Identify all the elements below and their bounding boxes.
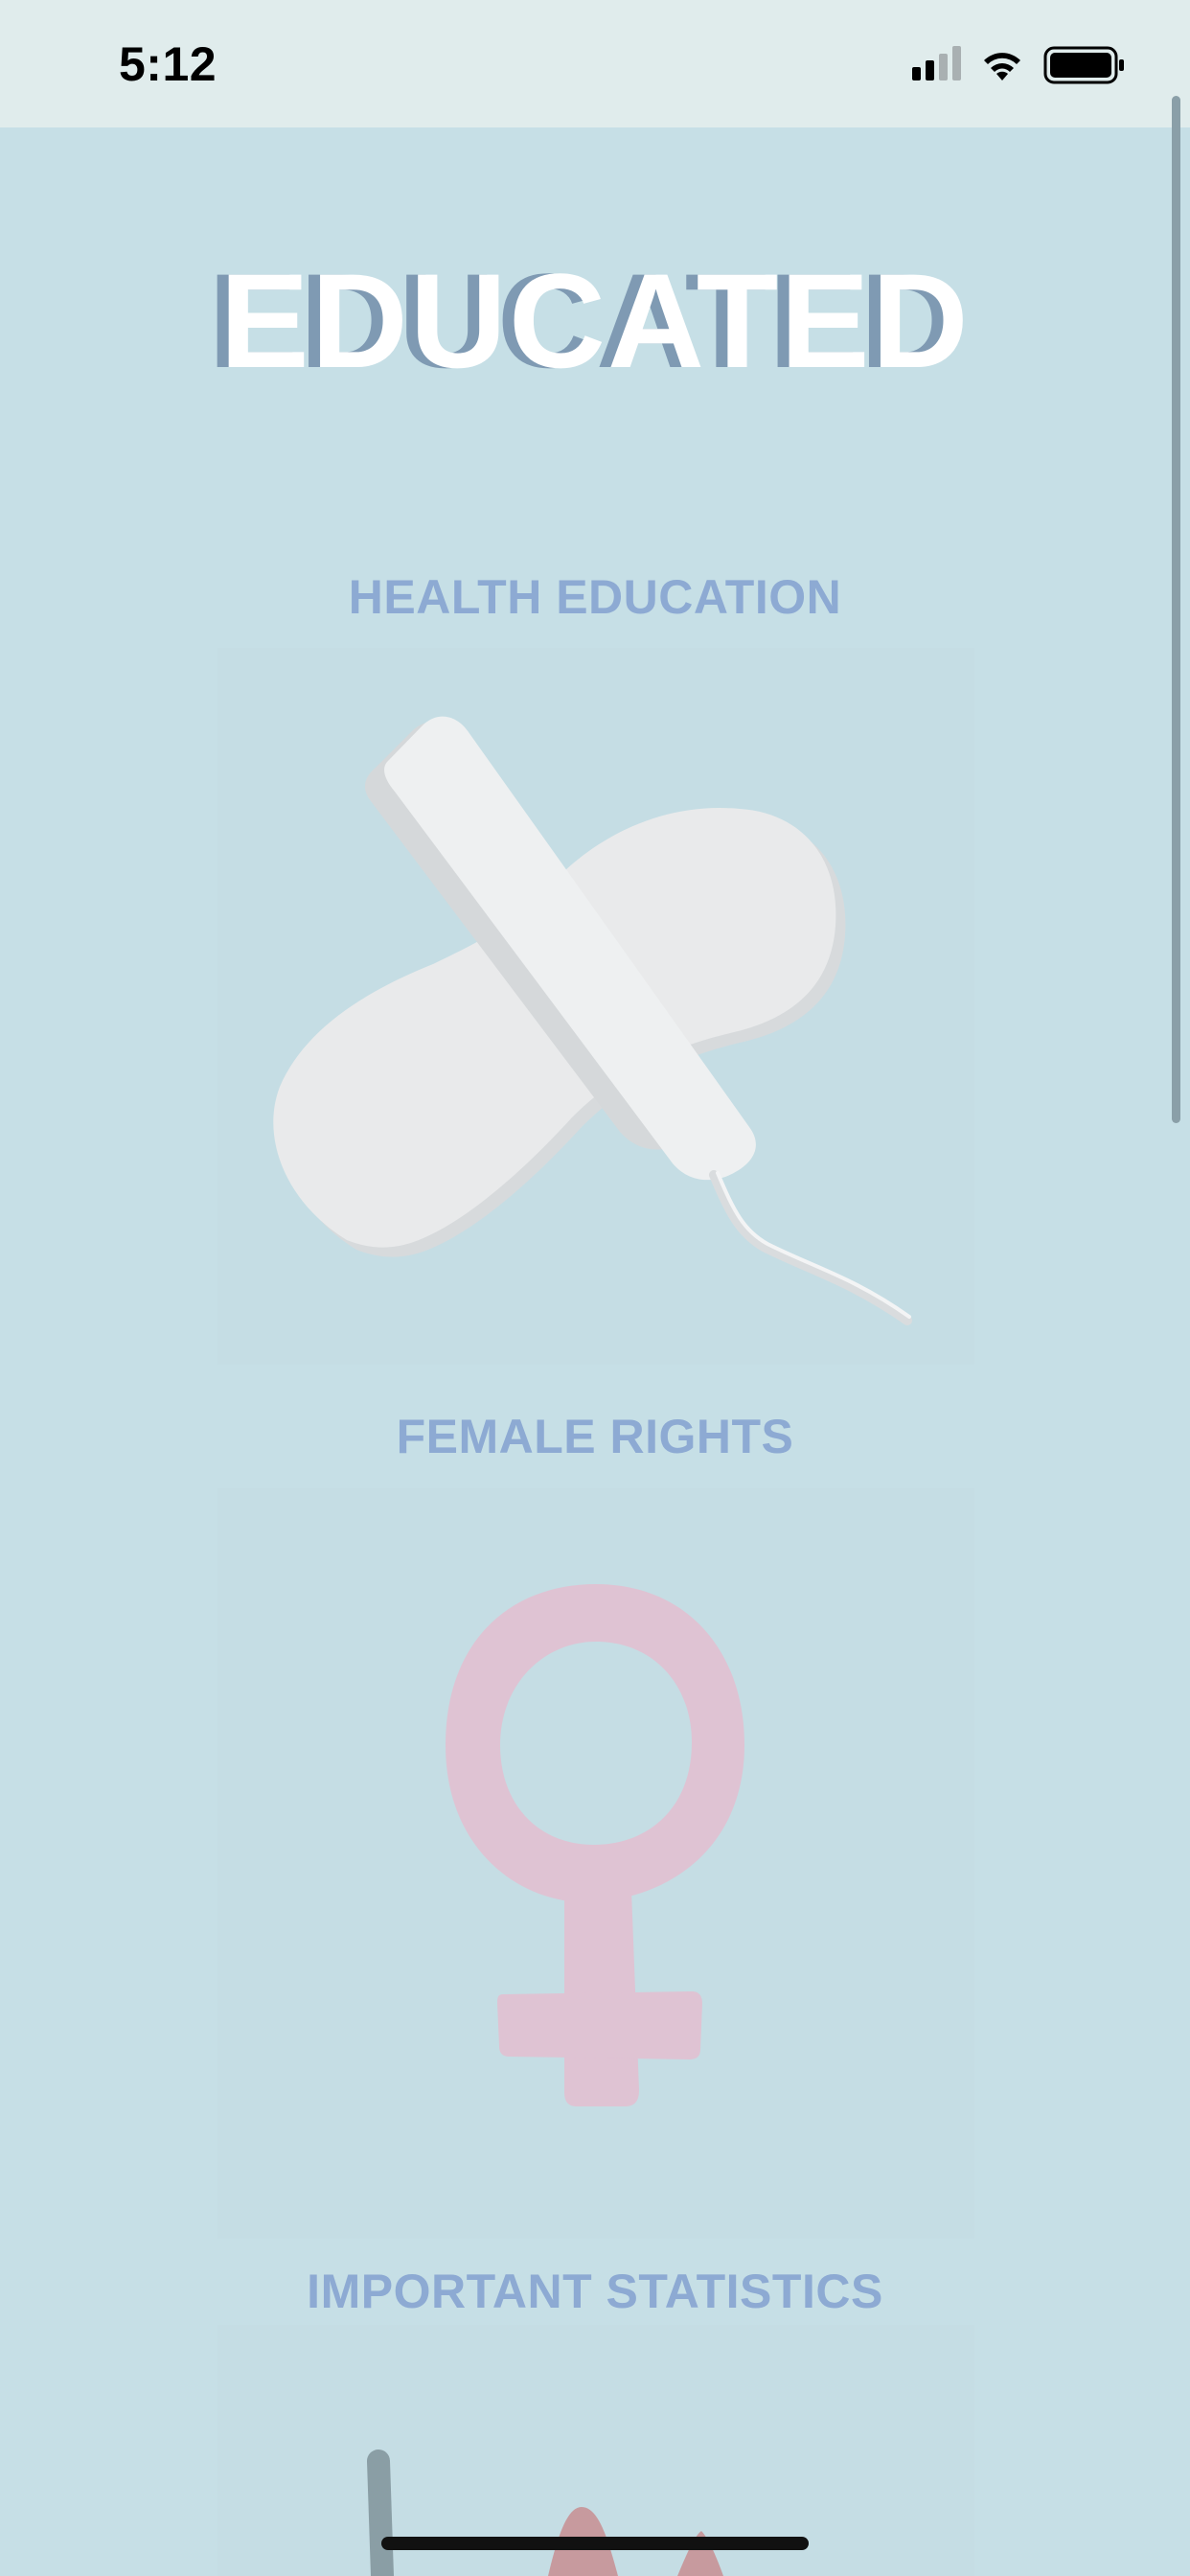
female-symbol-icon <box>446 1584 744 2106</box>
status-time: 5:12 <box>119 37 217 91</box>
section-title-health-education[interactable]: HEALTH EDUCATION <box>0 568 1190 626</box>
wifi-icon <box>984 53 1020 80</box>
health-education-card[interactable] <box>217 648 974 1365</box>
status-icons <box>912 44 1133 86</box>
section-title-important-statistics[interactable]: IMPORTANT STATISTICS <box>0 2263 1190 2320</box>
battery-icon <box>1043 46 1124 84</box>
cellular-signal-icon <box>912 46 961 80</box>
section-title-female-rights[interactable]: FEMALE RIGHTS <box>0 1408 1190 1465</box>
home-indicator[interactable] <box>381 2537 809 2550</box>
female-rights-card[interactable] <box>217 1488 974 2239</box>
tampon-pad-icon <box>273 716 912 1325</box>
status-bar: 5:12 <box>0 0 1190 127</box>
app-title: EDUCATED <box>219 245 971 396</box>
